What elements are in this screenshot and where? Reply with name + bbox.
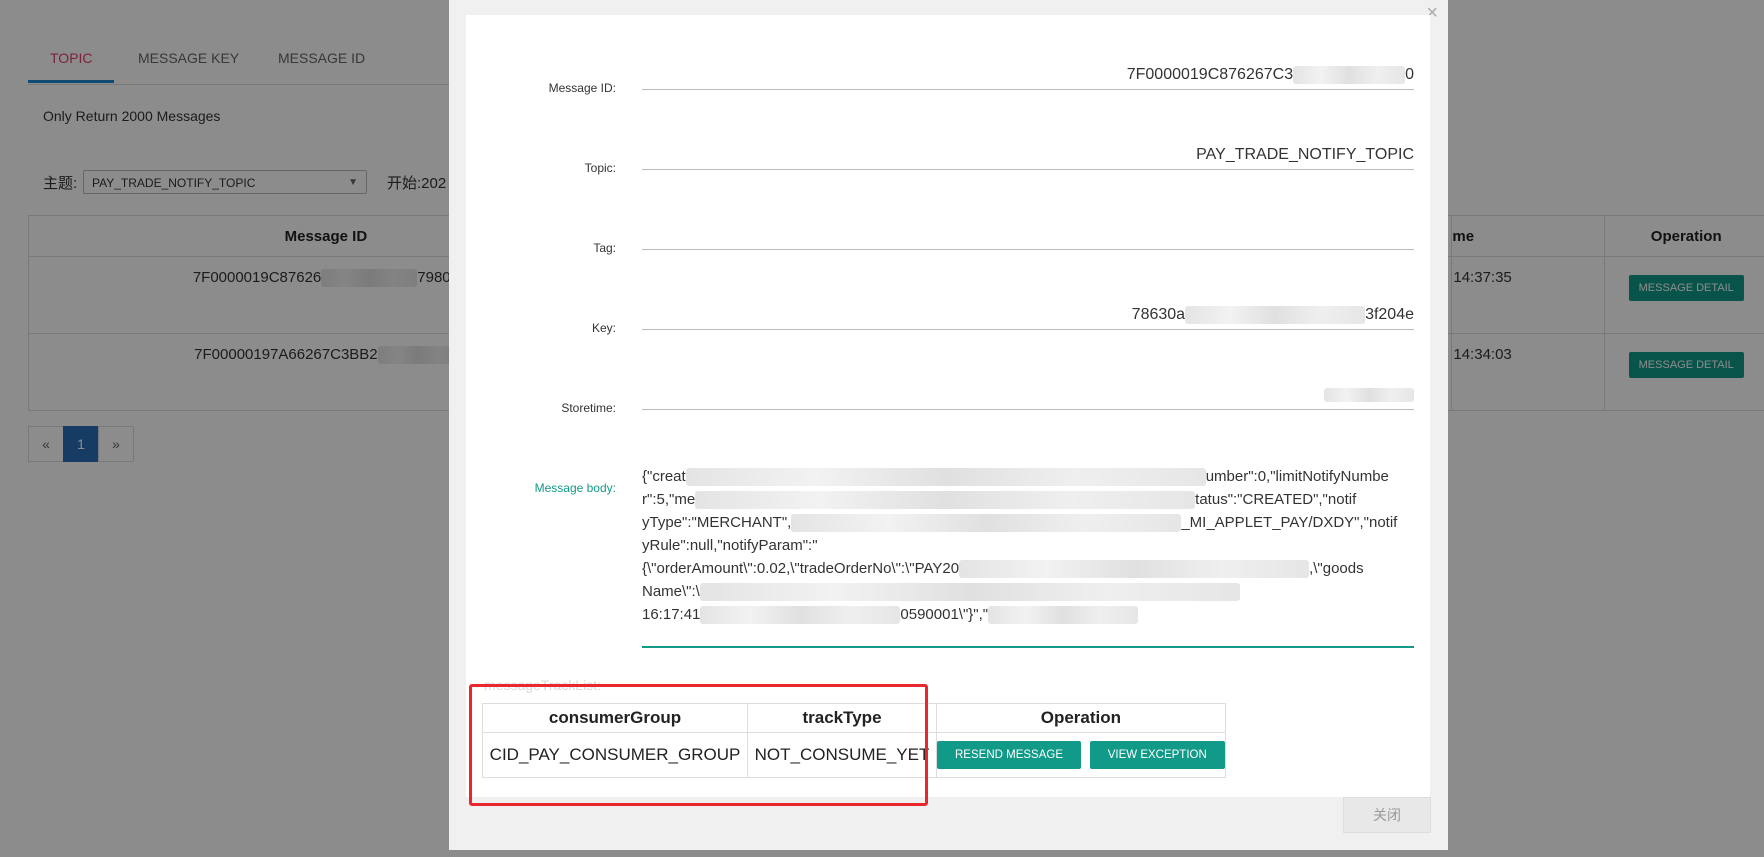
- tag-label: Tag:: [593, 241, 616, 255]
- annotation-highlight-box: [469, 684, 928, 806]
- view-exception-button[interactable]: VIEW EXCEPTION: [1089, 741, 1225, 769]
- message-body-label: Message body:: [534, 481, 616, 495]
- storetime-label: Storetime:: [561, 401, 616, 415]
- key-field[interactable]: 78630a 3f204e: [642, 301, 1414, 330]
- modal-body: Message ID: 7F0000019C876267C3 0 Topic: P…: [466, 15, 1430, 797]
- message-id-field[interactable]: 7F0000019C876267C3 0: [642, 61, 1414, 90]
- resend-message-button[interactable]: RESEND MESSAGE: [937, 741, 1081, 769]
- tag-field[interactable]: [642, 221, 1414, 250]
- key-label: Key:: [591, 321, 616, 335]
- col-track-operation: Operation: [936, 703, 1226, 733]
- message-body-textarea[interactable]: {"creat umber":0,"limitNotifyNumbe r":5,"…: [642, 465, 1414, 648]
- message-id-label: Message ID:: [548, 81, 616, 95]
- track-operation-cell: RESEND MESSAGE VIEW EXCEPTION: [936, 732, 1226, 778]
- storetime-field[interactable]: [642, 381, 1414, 410]
- close-button[interactable]: 关闭: [1343, 797, 1431, 833]
- topic-label: Topic:: [584, 161, 616, 175]
- topic-field[interactable]: PAY_TRADE_NOTIFY_TOPIC: [642, 141, 1414, 170]
